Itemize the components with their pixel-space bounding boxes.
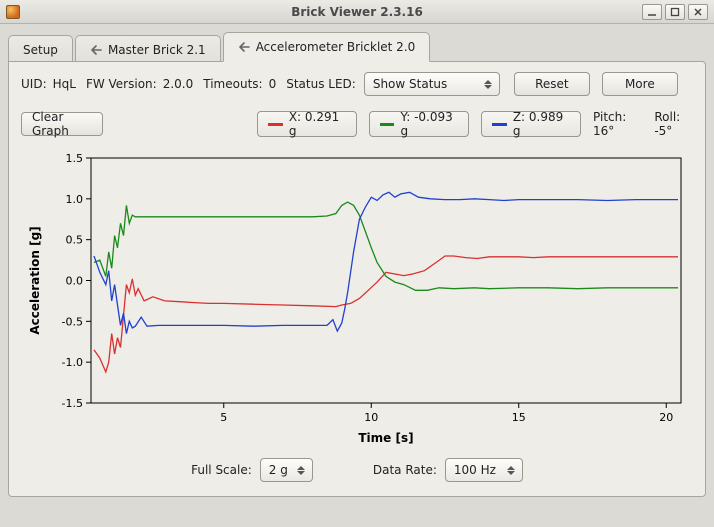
fw-version-value: 2.0.0	[163, 77, 194, 91]
svg-text:-0.5: -0.5	[62, 315, 83, 328]
svg-text:20: 20	[659, 411, 673, 424]
back-arrow-icon	[90, 44, 102, 56]
window-title: Brick Viewer 2.3.16	[0, 5, 714, 19]
tab-strip: Setup Master Brick 2.1 Accelerometer Bri…	[8, 32, 706, 62]
tab-label: Master Brick 2.1	[108, 43, 206, 57]
maximize-icon	[670, 7, 680, 17]
info-row: UID: HqL FW Version: 2.0.0 Timeouts: 0 S…	[21, 72, 693, 96]
svg-text:0.0: 0.0	[66, 275, 84, 288]
uid-label: UID:	[21, 77, 47, 91]
more-button[interactable]: More	[602, 72, 678, 96]
x-reading-label: X: 0.291 g	[289, 110, 346, 138]
y-swatch	[380, 123, 394, 126]
minimize-icon	[647, 7, 657, 17]
window-titlebar: Brick Viewer 2.3.16	[0, 0, 714, 24]
clear-graph-button[interactable]: Clear Graph	[21, 112, 103, 136]
svg-text:Time [s]: Time [s]	[358, 431, 413, 445]
roll-value: Roll: -5°	[654, 110, 693, 138]
data-rate-value: 100 Hz	[454, 463, 498, 477]
svg-text:15: 15	[512, 411, 526, 424]
app-icon	[6, 5, 20, 19]
timeouts-label: Timeouts:	[203, 77, 262, 91]
window-maximize-button[interactable]	[665, 4, 685, 20]
x-swatch	[268, 123, 283, 126]
status-led-value: Show Status	[373, 77, 475, 91]
y-reading-button[interactable]: Y: -0.093 g	[369, 111, 469, 137]
window-minimize-button[interactable]	[642, 4, 662, 20]
svg-text:0.5: 0.5	[66, 234, 84, 247]
svg-text:-1.5: -1.5	[62, 397, 83, 410]
updown-icon	[294, 466, 308, 475]
status-led-select[interactable]: Show Status	[364, 72, 500, 96]
timeouts-value: 0	[269, 77, 277, 91]
svg-text:10: 10	[364, 411, 378, 424]
tab-label: Accelerometer Bricklet 2.0	[256, 40, 416, 54]
tab-label: Setup	[23, 43, 58, 57]
updown-icon	[481, 80, 495, 89]
updown-icon	[504, 466, 518, 475]
z-swatch	[492, 123, 507, 126]
reset-button[interactable]: Reset	[514, 72, 590, 96]
svg-text:-1.0: -1.0	[62, 356, 83, 369]
button-label: Reset	[535, 77, 569, 91]
tab-master-brick[interactable]: Master Brick 2.1	[75, 35, 221, 63]
svg-text:1.0: 1.0	[66, 193, 84, 206]
full-scale-label: Full Scale:	[191, 463, 252, 477]
window-close-button[interactable]	[688, 4, 708, 20]
uid-value: HqL	[53, 77, 76, 91]
pitch-value: Pitch: 16°	[593, 110, 640, 138]
fw-version-label: FW Version:	[86, 77, 157, 91]
tab-content: UID: HqL FW Version: 2.0.0 Timeouts: 0 S…	[8, 61, 706, 497]
close-icon	[693, 7, 703, 17]
data-rate-label: Data Rate:	[373, 463, 437, 477]
full-scale-value: 2 g	[269, 463, 288, 477]
tab-setup[interactable]: Setup	[8, 35, 73, 63]
x-reading-button[interactable]: X: 0.291 g	[257, 111, 357, 137]
data-rate-select[interactable]: 100 Hz	[445, 458, 523, 482]
z-reading-label: Z: 0.989 g	[513, 110, 570, 138]
button-label: Clear Graph	[32, 110, 92, 138]
tab-accelerometer[interactable]: Accelerometer Bricklet 2.0	[223, 32, 431, 62]
button-label: More	[625, 77, 655, 91]
readings-row: Clear Graph X: 0.291 g Y: -0.093 g Z: 0.…	[21, 110, 693, 138]
back-arrow-icon	[238, 41, 250, 53]
bottom-controls: Full Scale: 2 g Data Rate: 100 Hz	[21, 448, 693, 486]
status-led-label: Status LED:	[286, 77, 356, 91]
full-scale-select[interactable]: 2 g	[260, 458, 313, 482]
acceleration-chart: -1.5 -1.0 -0.5 0.0 0.5 1.0 1.5 5 10 15 20 Time [s] A…	[21, 148, 693, 448]
z-reading-button[interactable]: Z: 0.989 g	[481, 111, 581, 137]
svg-text:Acceleration [g]: Acceleration [g]	[28, 226, 42, 334]
svg-text:5: 5	[220, 411, 227, 424]
y-reading-label: Y: -0.093 g	[400, 110, 458, 138]
svg-text:1.5: 1.5	[66, 152, 84, 165]
